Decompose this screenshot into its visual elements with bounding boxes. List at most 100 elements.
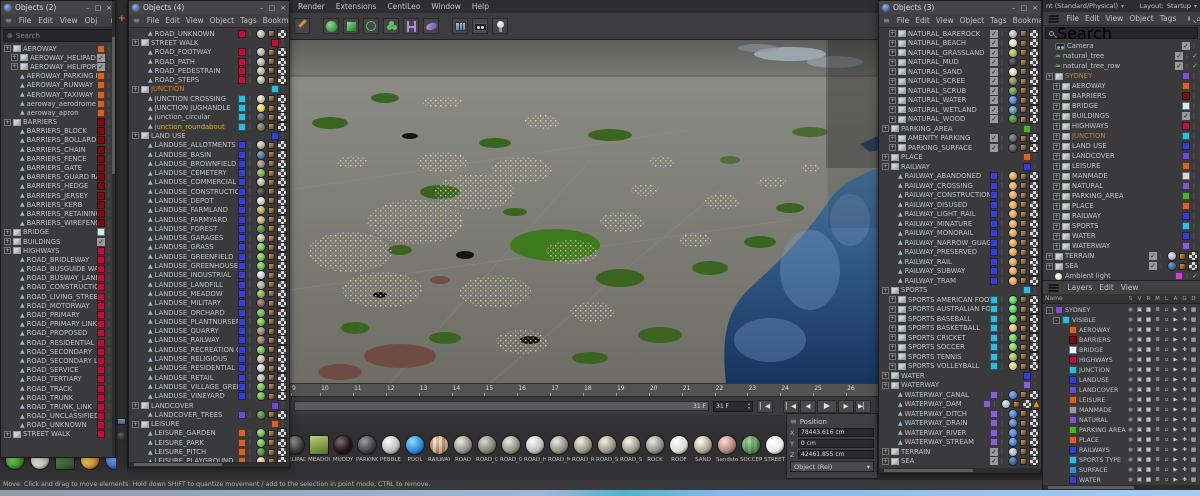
- texture-tag-icon[interactable]: [1020, 457, 1027, 465]
- menu-item-render[interactable]: Render: [298, 2, 325, 11]
- layer-color-swatch[interactable]: [97, 265, 105, 274]
- tree-item[interactable]: + SPORTS TENNIS ⋮: [879, 351, 1041, 362]
- layer-row[interactable]: WATER ● ▣ ■ ≣ ▫ ▶ ✚ ▩: [1043, 475, 1200, 485]
- goto-start-button[interactable]: ▏◀: [757, 399, 773, 413]
- material-thumbnail[interactable]: [256, 177, 266, 188]
- texture-tag-icon[interactable]: [268, 318, 275, 326]
- tree-item[interactable]: ▲ ROAD_UNKNOWN ⋮: [1, 421, 115, 430]
- plane-icon[interactable]: [117, 418, 126, 425]
- layer-toggle-icons[interactable]: ● ▣ ■ ≣ ▫ ▶ ✚ ▩: [1126, 466, 1198, 474]
- layer-color-swatch[interactable]: [97, 356, 105, 365]
- layer-row[interactable]: LANDCOVER ● ▣ ■ ≣ ▫ ▶ ✚ ▩: [1043, 385, 1200, 395]
- tree-item[interactable]: ▲ LANDUSE_GREENHOUSE ⋮: [129, 261, 289, 272]
- layer-color-swatch[interactable]: [97, 118, 105, 127]
- menu-item-help[interactable]: Help: [472, 2, 489, 11]
- material-thumbnail[interactable]: [1167, 261, 1177, 271]
- layer-color-swatch[interactable]: [238, 141, 246, 150]
- menu-item-object[interactable]: Object: [1129, 14, 1153, 23]
- material-swatch-pebble-p[interactable]: PEBBLE P: [380, 435, 402, 463]
- layer-color-swatch[interactable]: [97, 90, 105, 99]
- layer-toggle-icons[interactable]: ● ▣ ■ ≣ ▫ ▶ ✚ ▩: [1126, 426, 1198, 434]
- texture-tag-icon[interactable]: [1020, 438, 1027, 446]
- layer-color-swatch[interactable]: [97, 81, 105, 90]
- tree-item[interactable]: + BUILDINGS ✓ ⋮: [1043, 111, 1200, 121]
- tree-item[interactable]: + LANDCOVER ⋮: [129, 401, 289, 410]
- uvw-tag-icon[interactable]: [1029, 351, 1039, 362]
- menu-item-centileo[interactable]: CentiLeo: [387, 2, 420, 11]
- tree-item[interactable]: + WATER ⋮: [1043, 231, 1200, 241]
- tree-item[interactable]: ▲ LANDUSE_QUARRY ⋮: [129, 326, 289, 337]
- layer-color-swatch[interactable]: [238, 29, 246, 38]
- layer-toggle-icons[interactable]: ● ▣ ■ ≣ ▫ ▶ ✚ ▩: [1126, 376, 1198, 384]
- tree-item[interactable]: ▲ LANDUSE_RESIDENTIAL ⋮: [129, 363, 289, 374]
- texture-tag-icon[interactable]: [268, 327, 275, 335]
- layer-toggle-icons[interactable]: ● ▣ ■ ≣ ▫ ▶ ✚ ▩: [1126, 316, 1198, 324]
- material-swatch-railway[interactable]: RAILWAY: [428, 435, 450, 463]
- tree-item[interactable]: ▲ LANDUSE_FARMLAND ⋮: [129, 205, 289, 216]
- material-thumbnail[interactable]: [1008, 437, 1018, 448]
- material-swatch-roof[interactable]: ROOF: [668, 435, 690, 463]
- layer-color-swatch[interactable]: [238, 104, 246, 113]
- tree-item[interactable]: ▲ LANDUSE_RAILWAY ⋮: [129, 335, 289, 346]
- layer-toggle-icons[interactable]: ● ▣ ■ ≣ ▫ ▶ ✚ ▩: [1126, 346, 1198, 354]
- menu-item-extensions[interactable]: Extensions: [336, 2, 377, 11]
- texture-tag-icon[interactable]: [268, 123, 275, 131]
- tree-item[interactable]: ▲ BARRIERS_KERB ⋮: [1, 200, 115, 209]
- tree-item[interactable]: ▲ ROAD_BUSWAY_LANE ⋮: [1, 274, 115, 283]
- layer-color-swatch[interactable]: [97, 72, 105, 81]
- tree-item[interactable]: + PARKING_AREA ⋮: [879, 124, 1041, 134]
- maximize-button[interactable]: □: [95, 4, 102, 12]
- layer-row[interactable]: - VISIBLE ● ▣ ■ ≣ ▫ ▶ ✚ ▩: [1043, 315, 1200, 325]
- material-thumbnail[interactable]: [1008, 427, 1018, 438]
- tree-item[interactable]: + NATURAL_BAREROCK ✓ ⋮: [879, 28, 1041, 39]
- uvw-tag-icon[interactable]: [1029, 313, 1039, 324]
- layer-row[interactable]: MANMADE ● ▣ ■ ≣ ▫ ▶ ✚ ▩: [1043, 405, 1200, 415]
- uvw-tag-icon[interactable]: [277, 28, 287, 39]
- tree-item[interactable]: + HIGHWAYS ⋮: [1043, 121, 1200, 131]
- minimize-button[interactable]: –: [86, 4, 90, 12]
- texture-tag-icon[interactable]: [1020, 210, 1027, 218]
- tree-item[interactable]: + AEROWAY_HELIPAD ✓ ⋮: [1, 53, 115, 62]
- material-thumbnail[interactable]: [1008, 247, 1018, 258]
- layer-color-swatch[interactable]: [97, 375, 105, 384]
- uvw-tag-icon[interactable]: [1029, 266, 1039, 277]
- tree-item[interactable]: ▲ROAD_SECONDARY LINK⋮: [1, 356, 115, 365]
- material-swatch-road[interactable]: ROAD: [452, 435, 474, 463]
- tree-item[interactable]: ▲ WATERWAY_DITCH ⋮: [879, 408, 1041, 419]
- menu-item-window[interactable]: Window: [431, 2, 461, 11]
- tree-item[interactable]: + RAILWAY ⋮: [1043, 211, 1200, 221]
- layer-color-swatch[interactable]: [97, 311, 105, 320]
- play-button[interactable]: ▶: [817, 399, 837, 413]
- layer-color-swatch[interactable]: [990, 428, 998, 437]
- tree-item[interactable]: ▲ aeroway_aerodrome ⋮: [1, 99, 115, 108]
- layer-color-swatch[interactable]: [238, 317, 246, 326]
- tree-item[interactable]: ▲ BARRIERS_BOLLARD ⋮: [1, 136, 115, 145]
- jump-start-button[interactable]: ▏◀: [783, 399, 799, 413]
- tree-item[interactable]: + LANDCOVER ⋮: [1043, 151, 1200, 161]
- tree-item[interactable]: ▲ LANDUSE_RETAIL ⋮: [129, 372, 289, 383]
- layer-color-swatch[interactable]: [990, 343, 998, 352]
- material-thumbnail[interactable]: [1008, 294, 1018, 305]
- tree-item[interactable]: ▲ BARRIERS_FENCE ⋮: [1, 154, 115, 163]
- material-thumbnail[interactable]: [256, 409, 266, 420]
- clear-search-icon[interactable]: ⊗: [7, 32, 13, 40]
- layer-color-swatch[interactable]: [238, 271, 246, 280]
- menu-item-obj[interactable]: Obj: [85, 16, 98, 25]
- tree-item[interactable]: ▲ RAILWAY_TRAM ⋮: [879, 275, 1041, 286]
- layer-color-swatch[interactable]: [238, 429, 246, 438]
- tree-item[interactable]: ▲AEROWAY_PARKING POSITION⋮: [1, 72, 115, 81]
- material-swatch-road-s[interactable]: ROAD_S: [596, 435, 618, 463]
- texture-tag-icon[interactable]: [1020, 353, 1027, 361]
- layer-color-swatch[interactable]: [1182, 162, 1190, 170]
- tree-item[interactable]: + NATURAL_MUD ✓ ⋮: [879, 57, 1041, 68]
- tree-item[interactable]: ▲ LANDUSE_BASIN ⋮: [129, 149, 289, 160]
- material-thumbnail[interactable]: [256, 28, 266, 39]
- texture-tag-icon[interactable]: [1012, 400, 1020, 408]
- layer-color-swatch[interactable]: [1182, 242, 1190, 250]
- tree-item[interactable]: ▲ AEROWAY_TAXIWAY ⋮: [1, 90, 115, 99]
- tree-item[interactable]: + JUNCTION ⋮: [1043, 131, 1200, 141]
- material-thumbnail[interactable]: [1008, 38, 1018, 49]
- layer-color-swatch[interactable]: [990, 172, 998, 181]
- texture-tag-icon[interactable]: [268, 151, 275, 158]
- uvw-tag-icon[interactable]: [1029, 38, 1039, 49]
